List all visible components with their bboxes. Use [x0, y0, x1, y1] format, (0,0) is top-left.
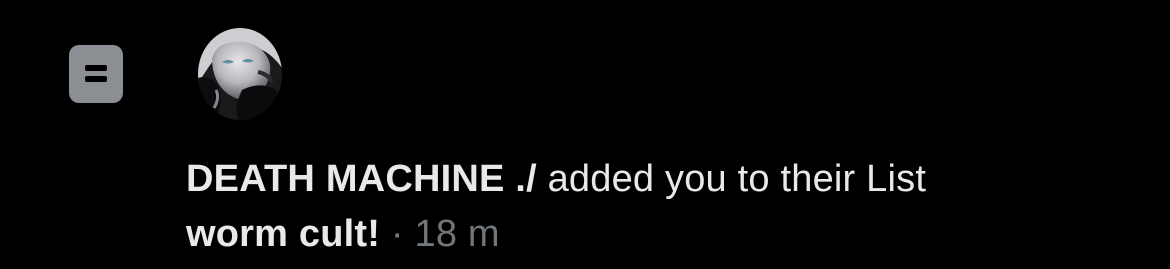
user-name[interactable]: DEATH MACHINE ./	[186, 158, 537, 200]
list-icon	[69, 45, 123, 103]
avatar[interactable]	[198, 28, 282, 120]
list-notification[interactable]: DEATH MACHINE ./ added you to their List…	[0, 0, 1170, 269]
notification-text: DEATH MACHINE ./ added you to their List…	[186, 152, 1146, 262]
separator: ·	[380, 213, 415, 255]
timestamp: 18 m	[414, 213, 500, 255]
action-text: added you to their List	[536, 158, 927, 200]
list-name[interactable]: worm cult!	[186, 213, 380, 255]
